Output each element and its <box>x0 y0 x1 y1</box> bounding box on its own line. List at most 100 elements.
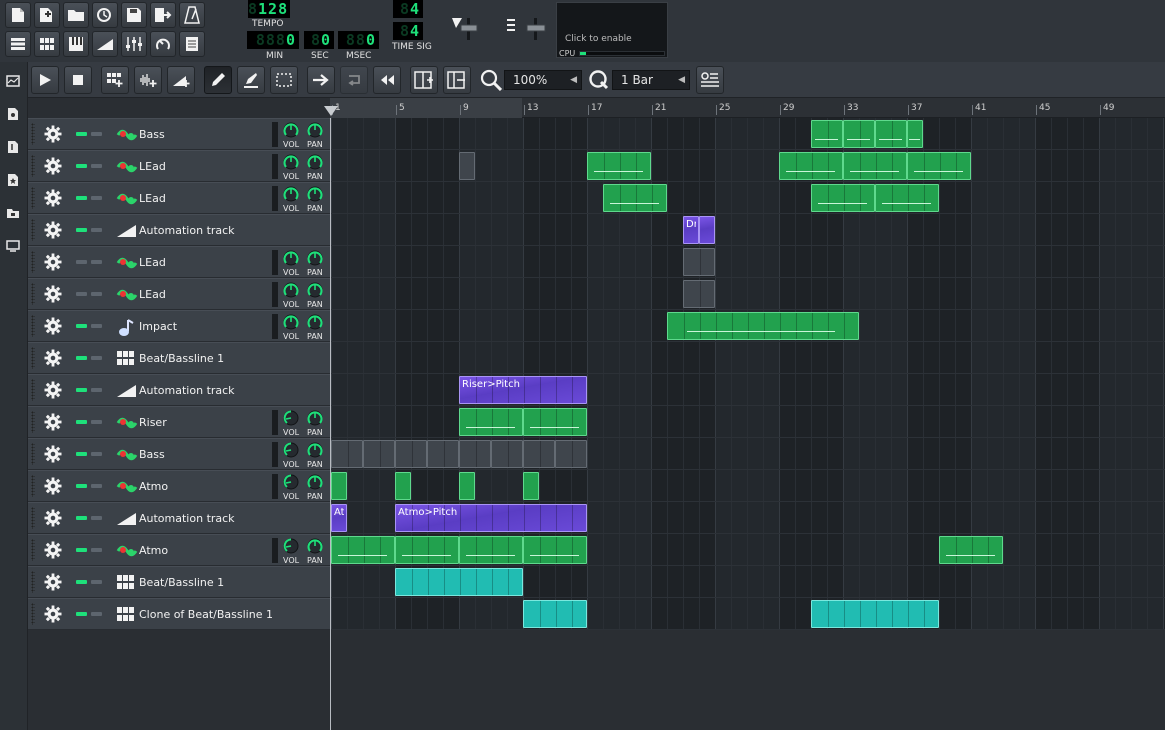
zoom-combobox[interactable]: 100% ◀ <box>504 70 582 90</box>
empty-pattern-clip[interactable] <box>331 440 363 468</box>
track-drag-handle[interactable] <box>31 379 35 401</box>
track-mute-toggle[interactable] <box>76 324 87 328</box>
loop-points-button[interactable] <box>340 66 368 94</box>
track-row[interactable]: Automation track <box>28 214 330 246</box>
empty-pattern-clip[interactable] <box>459 152 475 180</box>
track-mute-toggle[interactable] <box>76 196 87 200</box>
track-settings-gear-icon[interactable] <box>44 477 62 495</box>
track-mute-toggle[interactable] <box>76 484 87 488</box>
track-row[interactable]: LEad VOL PAN <box>28 182 330 214</box>
pattern-clip[interactable] <box>459 408 523 436</box>
track-name[interactable]: LEad <box>139 288 166 301</box>
snap-settings-button[interactable] <box>696 66 724 94</box>
pan-knob[interactable] <box>306 249 324 267</box>
track-row[interactable]: Automation track <box>28 502 330 534</box>
track-drag-handle[interactable] <box>31 603 35 625</box>
timesig-denominator[interactable]: 84 <box>393 22 423 40</box>
track-mute-toggle[interactable] <box>76 164 87 168</box>
piano-roll-button[interactable] <box>63 31 89 57</box>
empty-pattern-clip[interactable] <box>491 440 523 468</box>
track-mute-toggle[interactable] <box>76 420 87 424</box>
instrument-plugins-button[interactable] <box>4 72 22 90</box>
track-row[interactable]: Beat/Bassline 1 <box>28 342 330 374</box>
track-settings-gear-icon[interactable] <box>44 541 62 559</box>
track-mute-toggle[interactable] <box>76 516 87 520</box>
home-browser-button[interactable] <box>4 204 22 222</box>
presets-browser-button[interactable] <box>4 171 22 189</box>
song-editor-button[interactable] <box>5 31 31 57</box>
automation-clip[interactable]: Atmo>Pitch <box>395 504 587 532</box>
track-settings-gear-icon[interactable] <box>44 221 62 239</box>
empty-pattern-clip[interactable] <box>683 248 715 276</box>
track-name[interactable]: Automation track <box>139 512 235 525</box>
remove-bar-button[interactable] <box>443 66 471 94</box>
pan-knob[interactable] <box>306 441 324 459</box>
pattern-clip[interactable] <box>667 312 859 340</box>
track-mute-toggle[interactable] <box>76 388 87 392</box>
track-mute-toggle[interactable] <box>76 612 87 616</box>
track-solo-toggle[interactable] <box>91 388 102 392</box>
empty-pattern-clip[interactable] <box>395 440 427 468</box>
track-row[interactable]: LEad VOL PAN <box>28 246 330 278</box>
track-solo-toggle[interactable] <box>91 580 102 584</box>
track-settings-gear-icon[interactable] <box>44 285 62 303</box>
track-solo-toggle[interactable] <box>91 484 102 488</box>
pan-knob[interactable] <box>306 313 324 331</box>
automation-clip[interactable]: At <box>331 504 347 532</box>
volume-knob[interactable] <box>282 249 300 267</box>
pattern-clip[interactable] <box>843 120 875 148</box>
track-mute-toggle[interactable] <box>76 580 87 584</box>
track-settings-gear-icon[interactable] <box>44 189 62 207</box>
pan-knob[interactable] <box>306 153 324 171</box>
track-settings-gear-icon[interactable] <box>44 253 62 271</box>
track-drag-handle[interactable] <box>31 283 35 305</box>
track-row[interactable]: Impact VOL PAN <box>28 310 330 342</box>
track-settings-gear-icon[interactable] <box>44 125 62 143</box>
controller-rack-button[interactable] <box>150 31 176 57</box>
track-solo-toggle[interactable] <box>91 132 102 136</box>
track-name[interactable]: LEad <box>139 160 166 173</box>
track-solo-toggle[interactable] <box>91 196 102 200</box>
pattern-clip[interactable] <box>523 536 587 564</box>
project-notes-button[interactable] <box>179 31 205 57</box>
pattern-clip[interactable] <box>331 536 395 564</box>
track-mute-toggle[interactable] <box>76 452 87 456</box>
play-button[interactable] <box>31 66 59 94</box>
track-name[interactable]: Clone of Beat/Bassline 1 <box>139 608 273 621</box>
timeline-ruler[interactable]: 1 5 9 13 17 21 25 29 33 37 41 45 49 <box>330 98 1165 118</box>
track-row[interactable]: Atmo VOL PAN <box>28 534 330 566</box>
empty-pattern-clip[interactable] <box>555 440 587 468</box>
track-drag-handle[interactable] <box>31 251 35 273</box>
track-settings-gear-icon[interactable] <box>44 509 62 527</box>
track-mute-toggle[interactable] <box>76 548 87 552</box>
pattern-clip[interactable] <box>331 472 347 500</box>
track-solo-toggle[interactable] <box>91 356 102 360</box>
empty-pattern-clip[interactable] <box>427 440 459 468</box>
automation-editor-button[interactable] <box>92 31 118 57</box>
pattern-clip[interactable] <box>875 120 907 148</box>
track-settings-gear-icon[interactable] <box>44 381 62 399</box>
beat-bassline-editor-button[interactable] <box>34 31 60 57</box>
track-solo-toggle[interactable] <box>91 228 102 232</box>
track-settings-gear-icon[interactable] <box>44 445 62 463</box>
track-solo-toggle[interactable] <box>91 516 102 520</box>
beat-pattern-clip[interactable] <box>523 600 587 628</box>
export-project-button[interactable] <box>150 2 176 28</box>
draw-mode-button[interactable] <box>204 66 232 94</box>
quantize-combobox[interactable]: 1 Bar ◀ <box>612 70 690 90</box>
automation-clip[interactable] <box>699 216 715 244</box>
select-mode-button[interactable] <box>270 66 298 94</box>
track-row[interactable]: Clone of Beat/Bassline 1 <box>28 598 330 630</box>
track-name[interactable]: Atmo <box>139 480 168 493</box>
beat-pattern-clip[interactable] <box>811 600 939 628</box>
metronome-button[interactable] <box>179 2 205 28</box>
stop-button[interactable] <box>64 66 92 94</box>
master-volume-slider[interactable] <box>467 16 491 42</box>
pattern-clip[interactable] <box>843 152 907 180</box>
pattern-clip[interactable] <box>603 184 667 212</box>
track-solo-toggle[interactable] <box>91 260 102 264</box>
open-project-button[interactable] <box>63 2 89 28</box>
track-drag-handle[interactable] <box>31 347 35 369</box>
track-mute-toggle[interactable] <box>76 132 87 136</box>
track-solo-toggle[interactable] <box>91 292 102 296</box>
